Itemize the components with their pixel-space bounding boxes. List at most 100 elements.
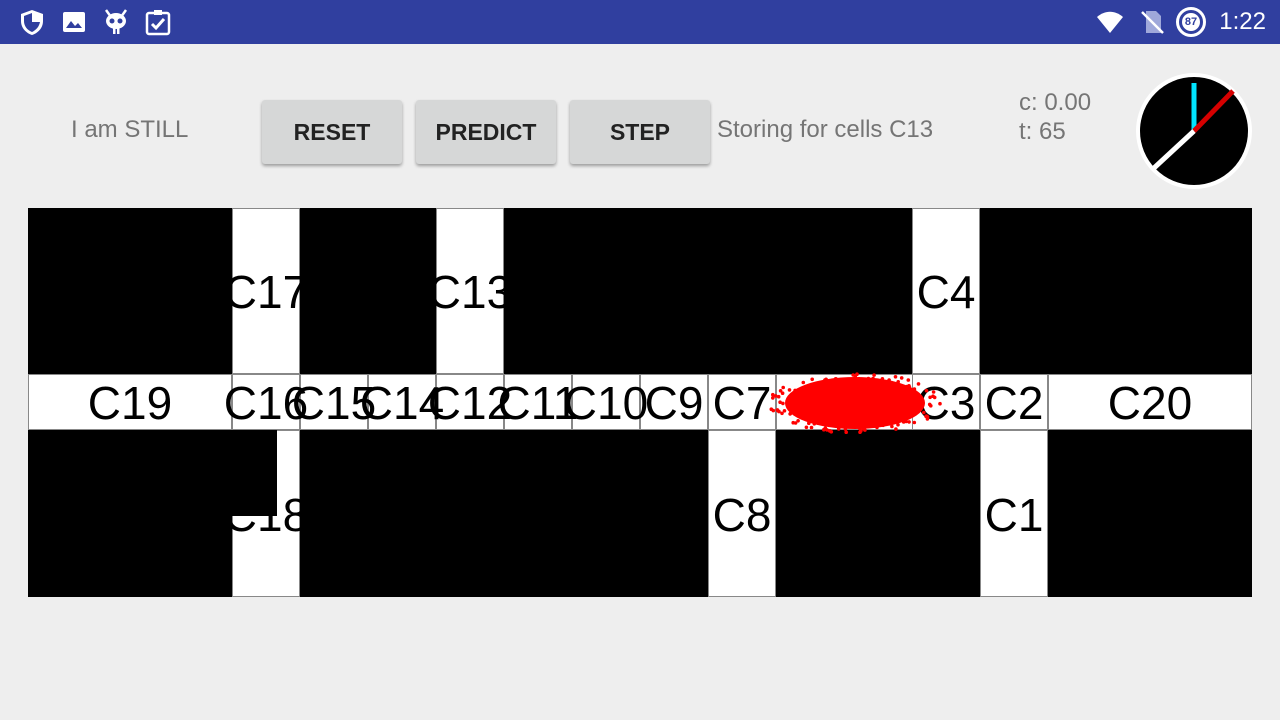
particle <box>879 411 884 416</box>
wifi-icon <box>1097 11 1123 33</box>
particle <box>929 404 933 408</box>
particle <box>888 391 892 396</box>
particle <box>932 395 937 400</box>
particle <box>912 387 917 391</box>
particle <box>905 384 909 389</box>
particle <box>894 406 898 411</box>
particle <box>890 424 894 429</box>
particle-cloud <box>769 372 942 434</box>
particle <box>890 412 895 416</box>
particle <box>870 390 875 394</box>
particle <box>871 416 876 420</box>
particle <box>822 417 826 421</box>
particle <box>910 401 915 405</box>
particle <box>822 385 826 390</box>
particle <box>771 392 775 397</box>
particle <box>867 384 872 388</box>
particle <box>846 405 850 410</box>
particle <box>816 410 821 415</box>
reset-button[interactable]: RESET <box>262 100 402 164</box>
particle <box>834 407 838 411</box>
predict-button[interactable]: PREDICT <box>416 100 556 164</box>
particle <box>882 414 887 419</box>
particle <box>855 392 860 397</box>
particle <box>901 406 906 411</box>
particle <box>902 419 906 424</box>
particle <box>851 373 855 377</box>
particle <box>889 402 894 407</box>
status-bar: 87 1:22 <box>0 0 1280 44</box>
particle <box>916 382 921 386</box>
particle <box>817 387 821 391</box>
particle <box>810 377 814 382</box>
particle <box>861 397 866 401</box>
particle <box>837 390 842 394</box>
android-debug-icon <box>104 9 128 34</box>
particle <box>838 412 842 416</box>
particle <box>820 410 824 415</box>
particle <box>811 404 815 409</box>
particle <box>853 416 858 420</box>
particle <box>829 430 834 434</box>
particle <box>881 423 885 428</box>
particle <box>895 402 900 407</box>
particle <box>880 377 885 381</box>
particle <box>844 418 849 423</box>
particle <box>894 427 898 431</box>
particle <box>887 408 891 412</box>
particle <box>805 396 810 400</box>
particle <box>796 419 800 423</box>
particle <box>833 416 838 421</box>
particle <box>857 377 861 381</box>
particle <box>844 430 848 434</box>
particle <box>840 394 844 398</box>
particle <box>924 388 929 393</box>
particle <box>859 417 863 421</box>
particle <box>782 409 787 413</box>
particle <box>864 419 869 424</box>
particle <box>872 405 877 409</box>
particle <box>890 386 894 391</box>
particle <box>790 401 795 406</box>
particle <box>803 413 807 418</box>
compass-icon <box>1136 73 1252 189</box>
particle <box>781 385 785 390</box>
particle <box>903 412 908 417</box>
c-readout: c: 0.00 <box>1019 89 1092 116</box>
particle <box>859 403 864 408</box>
particle <box>843 427 848 431</box>
particle <box>866 376 871 381</box>
info-readout: c: 0.00 t: 65 <box>1019 88 1091 146</box>
particle <box>912 420 917 425</box>
cell-map: C17 C13 C4 C19 C16 C15 C14 C12 C11 C10 C… <box>28 208 1252 597</box>
particle <box>851 390 856 394</box>
particle <box>912 395 917 400</box>
particle <box>922 410 926 415</box>
particle <box>861 390 865 395</box>
particle <box>904 402 909 406</box>
particle <box>771 396 775 400</box>
particle <box>797 393 801 397</box>
particle <box>912 405 917 409</box>
particle <box>872 373 876 377</box>
particle <box>887 378 891 382</box>
particle <box>787 388 792 392</box>
particle <box>890 395 895 399</box>
particle <box>810 388 815 392</box>
particle <box>769 407 774 411</box>
particle <box>805 403 810 407</box>
particle <box>817 395 821 399</box>
particle <box>804 408 808 412</box>
particle <box>849 415 854 420</box>
particle <box>775 408 780 412</box>
particle <box>809 425 814 430</box>
clipboard-check-icon <box>145 10 171 36</box>
particle <box>867 393 872 398</box>
particle <box>793 391 798 395</box>
step-button[interactable]: STEP <box>570 100 710 164</box>
particle <box>836 427 841 431</box>
particle <box>839 377 843 382</box>
battery-level: 87 <box>1182 13 1200 31</box>
particle <box>811 399 816 403</box>
particle <box>845 384 850 388</box>
